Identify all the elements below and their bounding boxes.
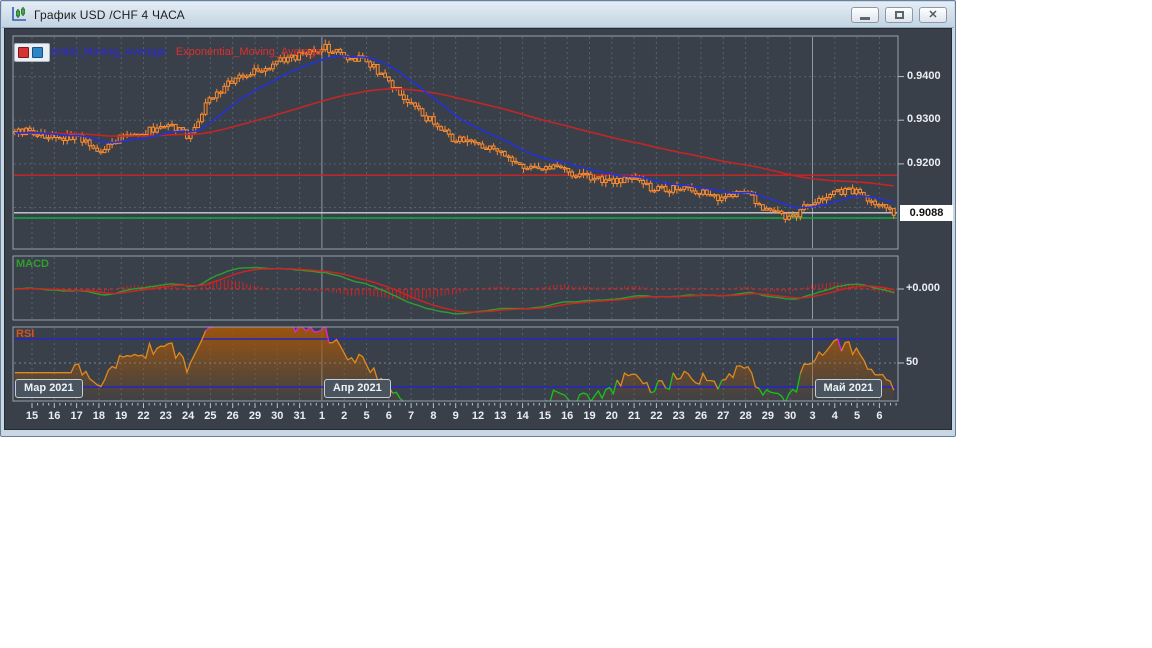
time-label: 21	[627, 410, 641, 422]
time-label: 30	[784, 410, 797, 422]
time-label: 16	[48, 410, 61, 422]
time-label: 6	[876, 410, 883, 422]
time-label: 22	[650, 410, 663, 422]
indicator-legend: ential_Moving_Average Exponential_Moving…	[51, 46, 322, 58]
time-label: 24	[181, 410, 195, 422]
time-axis: 15 16 17 18 19 22 23 24 25 26 29 30 31 1 2 5 6 7 8 9 12 13 14 1…	[1, 410, 957, 428]
rsi-mid-label: 50	[906, 356, 919, 368]
time-label: 23	[159, 410, 172, 422]
time-label: 2	[341, 410, 348, 422]
time-label: 30	[271, 410, 284, 422]
time-label: 8	[430, 410, 437, 422]
current-price-tag: 0.9088	[900, 204, 953, 221]
time-label: 9	[452, 410, 459, 422]
desktop: График USD /CHF 4 ЧАСА ✕ ential_Moving_A…	[0, 0, 1152, 648]
time-label: 5	[854, 410, 861, 422]
time-label: 16	[561, 410, 574, 422]
time-label: 17	[70, 410, 83, 422]
ema-red-button[interactable]	[18, 47, 29, 58]
time-label: 22	[137, 410, 150, 422]
price-scale[interactable]	[899, 31, 955, 431]
time-label: 26	[226, 410, 239, 422]
month-tag-april: Апр 2021	[323, 379, 391, 398]
time-label: 3	[809, 410, 816, 422]
time-label: 18	[92, 410, 106, 422]
time-label: 7	[408, 410, 415, 422]
time-label: 13	[494, 410, 507, 422]
month-tag-may: Май 2021	[814, 379, 883, 398]
price-tick-0.9400: 0.9400	[907, 69, 941, 82]
time-label: 19	[583, 410, 596, 422]
ema-blue-button[interactable]	[32, 47, 43, 58]
time-label: 12	[471, 410, 485, 422]
price-tick-0.9200: 0.9200	[907, 156, 941, 169]
time-label: 28	[739, 410, 752, 422]
time-label: 31	[293, 410, 306, 422]
ema-slow-legend: Exponential_Moving_Average	[175, 46, 322, 58]
chart-window: График USD /CHF 4 ЧАСА ✕ ential_Moving_A…	[0, 0, 956, 437]
time-label: 29	[248, 410, 262, 422]
time-label: 14	[516, 410, 529, 422]
time-label: 15	[25, 410, 39, 422]
macd-panel[interactable]	[13, 256, 898, 320]
ema-fast-legend: ential_Moving_Average	[51, 46, 166, 58]
time-label: 23	[672, 410, 685, 422]
time-label: 6	[385, 410, 392, 422]
time-label: 4	[831, 410, 838, 422]
macd-zero-label: +0.000	[906, 282, 940, 294]
macd-label: MACD	[16, 258, 49, 270]
time-label: 29	[761, 410, 775, 422]
main-price-panel[interactable]	[13, 36, 898, 249]
time-label: 1	[318, 410, 325, 422]
rsi-label: RSI	[16, 328, 35, 340]
time-label: 26	[694, 410, 708, 422]
time-label: 19	[115, 410, 128, 422]
time-label: 20	[605, 410, 618, 422]
price-tick-0.9300: 0.9300	[907, 113, 941, 126]
indicator-buttons	[14, 43, 50, 62]
time-label: 15	[538, 410, 552, 422]
time-label: 5	[363, 410, 370, 422]
month-tag-march: Мар 2021	[15, 379, 83, 398]
rsi-panel[interactable]	[13, 327, 898, 401]
time-label: 25	[204, 410, 217, 422]
time-label: 27	[717, 410, 730, 422]
